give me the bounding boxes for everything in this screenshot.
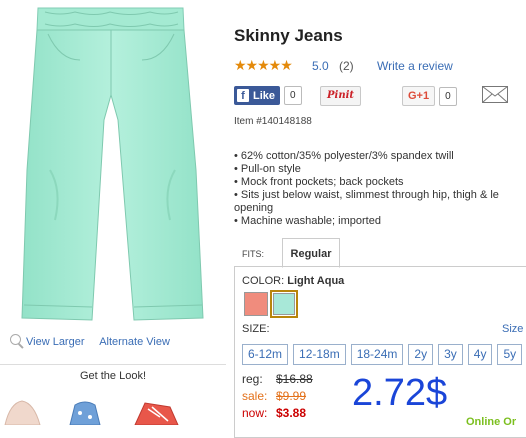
color-label: COLOR: Light Aqua (242, 275, 345, 287)
product-title: Skinny Jeans (234, 26, 343, 45)
alternate-view-link[interactable]: Alternate View (99, 336, 170, 348)
online-text: Online Or (466, 416, 517, 428)
detail-item-continued: opening (234, 202, 274, 214)
fit-tabs: FITS: Regular (234, 238, 526, 268)
look-thumbnails[interactable] (0, 395, 226, 425)
regular-price: $16.88 (276, 372, 313, 386)
like-count: 0 (284, 86, 302, 105)
pinterest-button[interactable]: Pinit (320, 86, 362, 106)
size-12-18m[interactable]: 12-18m (293, 344, 346, 365)
size-6-12m[interactable]: 6-12m (242, 344, 289, 365)
size-18-24m[interactable]: 18-24m (350, 344, 404, 365)
size-5y[interactable]: 5y (497, 344, 523, 365)
facebook-like: f Like 0 (234, 86, 302, 105)
rating-value[interactable]: 5.0 (312, 59, 329, 73)
get-the-look-title: Get the Look! (79, 370, 147, 382)
detail-item: • 62% cotton/35% polyester/3% spandex tw… (234, 150, 454, 162)
star-rating-icon: ★★★★★ (234, 57, 293, 73)
facebook-like-button[interactable]: f Like (234, 86, 281, 105)
now-price: $3.88 (276, 406, 307, 420)
get-the-look-section: Get the Look! (0, 364, 226, 425)
selected-color: Light Aqua (287, 275, 345, 287)
size-chart-link[interactable]: Size (502, 323, 523, 335)
like-label: Like (253, 89, 276, 102)
now-price-label: now: (242, 406, 268, 420)
google-plus: G+1 0 (402, 86, 457, 106)
color-swatch-light-aqua-selected[interactable] (270, 290, 298, 318)
facebook-icon: f (237, 89, 249, 102)
magnify-icon (10, 334, 21, 345)
size-3y[interactable]: 3y (438, 344, 463, 365)
image-links: View Larger Alternate View (10, 334, 170, 348)
size-options: 6-12m 12-18m 18-24m 2y 3y 4y 5y (242, 344, 523, 365)
product-details-list: • 62% cotton/35% polyester/3% spandex tw… (234, 150, 526, 228)
sale-price-label: sale: (242, 389, 268, 403)
google-plus-count: 0 (439, 86, 457, 106)
google-plus-button[interactable]: G+1 (402, 86, 436, 106)
detail-item: • Sits just below waist, slimmest throug… (234, 189, 499, 201)
detail-item: • Machine washable; imported (234, 215, 381, 227)
email-icon[interactable] (482, 86, 508, 103)
detail-item: • Mock front pockets; back pockets (234, 176, 404, 188)
big-price-overlay: 2.72$ (352, 372, 448, 414)
fits-label: FITS: (242, 249, 264, 259)
color-swatch-coral[interactable] (244, 292, 268, 316)
write-review-link[interactable]: Write a review (377, 59, 453, 73)
product-image[interactable] (0, 0, 226, 330)
view-larger-link[interactable]: View Larger (26, 336, 85, 348)
review-count: (2) (339, 59, 354, 73)
size-label: SIZE: (242, 323, 270, 335)
item-number: Item #140148188 (234, 116, 312, 127)
regular-price-label: reg: (242, 372, 263, 386)
tab-regular[interactable]: Regular (282, 238, 340, 268)
color-swatch-light-aqua[interactable] (273, 293, 295, 315)
sale-price: $9.99 (276, 389, 307, 403)
detail-item: • Pull-on style (234, 163, 301, 175)
size-2y[interactable]: 2y (408, 344, 434, 365)
size-4y[interactable]: 4y (467, 344, 493, 365)
